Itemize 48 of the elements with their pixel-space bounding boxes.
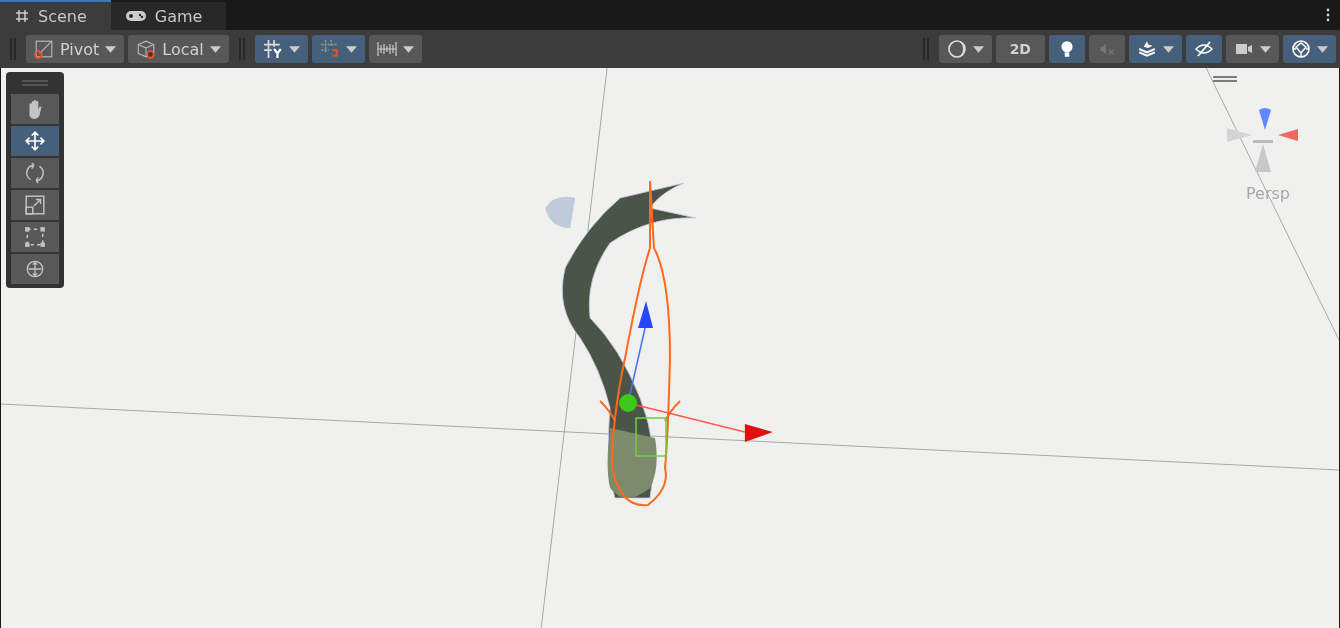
caret-icon [1163,45,1174,53]
lighting-button[interactable] [1049,35,1085,63]
magnet-grid-icon [319,39,340,59]
scale-icon [24,194,46,216]
caret-icon [402,45,414,53]
grid-button[interactable] [368,35,422,63]
increment-snap-button[interactable] [311,35,365,63]
caret-icon [105,45,117,53]
grid-snap-icon [262,39,283,59]
transform-icon [24,258,46,280]
caret-icon [288,45,300,53]
hand-tool-button[interactable] [11,94,59,124]
gizmos-button[interactable] [1283,35,1336,63]
caret-icon [1317,45,1328,53]
caret-icon [345,45,357,53]
layers-icon [1137,39,1157,59]
camera-button[interactable] [1226,35,1279,63]
mode-2d-button[interactable]: 2D [995,35,1045,63]
effects-button[interactable] [1129,35,1182,63]
move-arrows-icon [24,130,46,152]
rect-tool-icon [24,226,46,248]
gamepad-icon [124,9,147,23]
scale-tool-button[interactable] [11,190,59,220]
menu-icon[interactable] [1213,76,1237,82]
caret-icon [209,45,221,53]
rect-tool-button[interactable] [11,222,59,252]
hidden-eye-icon [1194,39,1214,59]
more-icon[interactable] [1326,8,1330,22]
pivot-icon [34,39,54,59]
gizmo-sphere-icon [1291,39,1311,59]
local-button[interactable]: Local [128,35,229,63]
transform-tool-button[interactable] [11,254,59,284]
caret-icon [1260,45,1271,53]
ruler-icon [376,39,397,59]
shading-button[interactable] [938,35,992,63]
tab[interactable]: Game [110,2,227,30]
visibility-button[interactable] [1186,35,1222,63]
rotate-tool-button[interactable] [11,158,59,188]
cube-icon [136,39,157,59]
tab[interactable]: Scene [0,0,111,30]
pivot-button[interactable]: Pivot [26,35,125,63]
rotate-icon [24,162,46,184]
sphere-icon [946,39,967,59]
grid-icon [14,8,30,24]
drag-handle-icon[interactable] [22,80,48,86]
grid-snap-button[interactable] [254,35,308,63]
move-tool-button[interactable] [11,126,59,156]
caret-icon [972,45,984,53]
